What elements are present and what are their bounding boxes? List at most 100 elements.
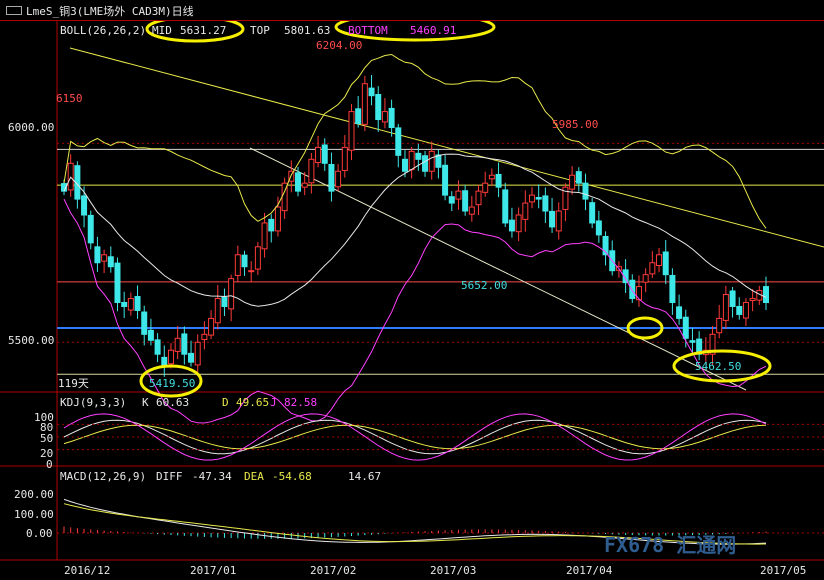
candle-down <box>689 340 696 343</box>
candle-down <box>508 219 515 232</box>
candle-up <box>635 286 642 301</box>
candle-down <box>81 195 88 216</box>
boll-bottom-value: 5460.91 <box>410 24 457 37</box>
candle-up <box>749 298 756 302</box>
candle-up <box>127 298 134 311</box>
candle-up <box>261 222 268 250</box>
candle-down <box>154 339 161 355</box>
candle-up <box>301 182 308 188</box>
candle-up <box>722 294 729 321</box>
candle-down <box>114 262 121 303</box>
candle-down <box>462 190 469 212</box>
trendline-upper <box>69 47 824 248</box>
kdj-d-value: 49.65 <box>236 396 270 409</box>
candle-down <box>181 333 188 355</box>
price-axis-tick: 6000.00 <box>8 121 55 134</box>
candle-up <box>361 83 368 125</box>
boll-label: BOLL(26,26,2) <box>60 24 147 37</box>
candle-down <box>442 164 449 196</box>
candle-up <box>408 150 415 171</box>
candle-down <box>268 218 275 232</box>
candle-up <box>716 317 723 334</box>
boll-top-label: TOP <box>250 24 270 37</box>
candle-down <box>422 155 429 172</box>
candle-up <box>167 349 174 365</box>
macd-axis-tick: 100.00 <box>14 508 54 521</box>
candle-up <box>482 182 489 193</box>
price-annotation-5985: 5985.00 <box>552 118 599 131</box>
price-chart[interactable] <box>0 0 824 580</box>
candle-up <box>174 337 181 352</box>
date-label: 2016/12 <box>64 564 111 577</box>
macd-dea-value: -54.68 <box>272 470 312 483</box>
candle-down <box>662 251 669 276</box>
macd-dea-label: DEA <box>244 470 264 483</box>
candle-down <box>502 189 509 224</box>
candle-up <box>381 111 388 123</box>
candle-down <box>435 154 442 168</box>
candle-down <box>763 286 769 304</box>
candle-up <box>228 278 235 310</box>
candle-up <box>194 341 201 366</box>
candle-down <box>94 246 101 264</box>
candle-down <box>141 311 148 335</box>
macd-axis-tick: 200.00 <box>14 488 54 501</box>
candle-down <box>328 163 335 192</box>
candle-down <box>542 195 549 212</box>
macd-diff-label: DIFF <box>156 470 183 483</box>
watermark: FX678 汇通网 <box>604 533 737 557</box>
candle-up <box>234 254 241 276</box>
price-axis-tick: 5500.00 <box>8 334 55 347</box>
candle-up <box>522 202 529 220</box>
candle-up <box>488 174 495 180</box>
candle-up <box>515 214 522 233</box>
candle-up <box>101 254 108 262</box>
candle-up <box>208 317 215 336</box>
candle-up <box>254 246 261 270</box>
candle-down <box>589 202 596 224</box>
candle-up <box>468 206 475 215</box>
macd-label: MACD(12,26,9) <box>60 470 147 483</box>
candle-down <box>395 127 402 156</box>
candle-up <box>308 158 315 184</box>
candle-down <box>629 279 636 300</box>
candle-down <box>448 196 455 204</box>
low-annotation-2: 5462.50 <box>695 360 742 373</box>
chart-title: LmeS_铜3(LME场外 CAD3M)日线 <box>26 5 194 18</box>
candle-down <box>595 220 602 236</box>
low-annotation-1: 5419.50 <box>149 377 196 390</box>
candle-up <box>248 270 255 273</box>
candle-down <box>188 352 195 363</box>
candle-down <box>368 87 375 97</box>
kdj-label: KDJ(9,3,3) <box>60 396 127 409</box>
candle-up <box>555 210 562 232</box>
boll-bottom-label: BOTTOM <box>348 24 388 37</box>
candle-down <box>669 274 676 304</box>
candle-up <box>315 146 322 164</box>
candle-up <box>274 206 281 232</box>
candle-down <box>355 108 362 125</box>
date-label: 2017/05 <box>760 564 807 577</box>
candle-up <box>348 111 355 151</box>
macd-value: 14.67 <box>348 470 382 483</box>
candle-down <box>107 256 114 268</box>
candle-down <box>535 197 542 200</box>
candle-down <box>495 173 502 188</box>
macd-diff-value: -47.34 <box>192 470 232 483</box>
candle-up <box>201 333 208 340</box>
boll-top-value: 5801.63 <box>284 24 331 37</box>
date-label: 2017/03 <box>430 564 477 577</box>
candle-down <box>121 302 128 307</box>
date-label: 2017/01 <box>190 564 237 577</box>
window-icon[interactable] <box>6 6 22 15</box>
candle-up <box>475 190 482 206</box>
candle-up <box>214 298 221 324</box>
kdj-k-label: K <box>142 396 149 409</box>
kdj-j-label: J <box>270 396 277 409</box>
high-annotation: 6204.00 <box>316 39 363 52</box>
candle-down <box>736 305 743 315</box>
candle-down <box>682 316 689 339</box>
candle-up <box>742 302 749 319</box>
candle-down <box>729 290 736 307</box>
candle-down <box>147 329 154 341</box>
